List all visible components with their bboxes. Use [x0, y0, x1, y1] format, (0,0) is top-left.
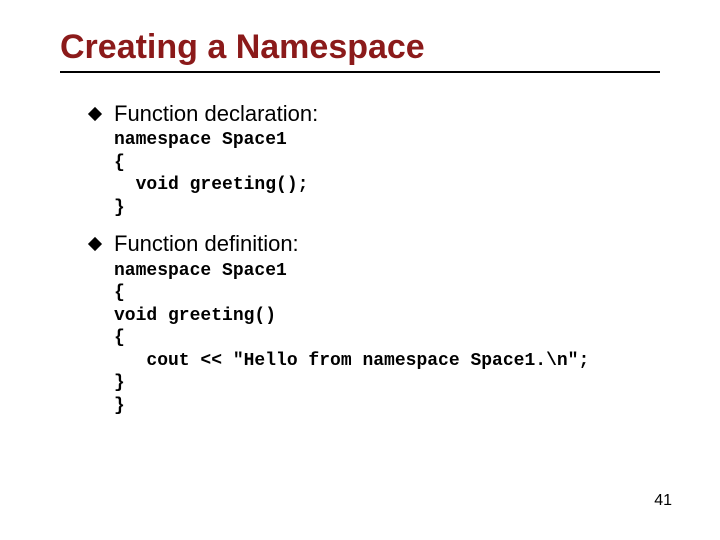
- slide-title: Creating a Namespace: [60, 28, 680, 67]
- diamond-bullet-icon: [88, 237, 102, 251]
- bullet-label: Function declaration:: [114, 101, 318, 127]
- diamond-bullet-icon: [88, 107, 102, 121]
- title-underline: [60, 71, 660, 73]
- code-block-declaration: namespace Space1 { void greeting(); }: [114, 129, 680, 219]
- bullet-label: Function definition:: [114, 231, 299, 257]
- code-block-definition: namespace Space1 { void greeting() { cou…: [114, 260, 680, 418]
- slide: Creating a Namespace Function declaratio…: [0, 0, 720, 540]
- slide-content: Function declaration: namespace Space1 {…: [90, 101, 680, 417]
- page-number: 41: [654, 492, 672, 510]
- bullet-item: Function declaration:: [90, 101, 680, 127]
- bullet-item: Function definition:: [90, 231, 680, 257]
